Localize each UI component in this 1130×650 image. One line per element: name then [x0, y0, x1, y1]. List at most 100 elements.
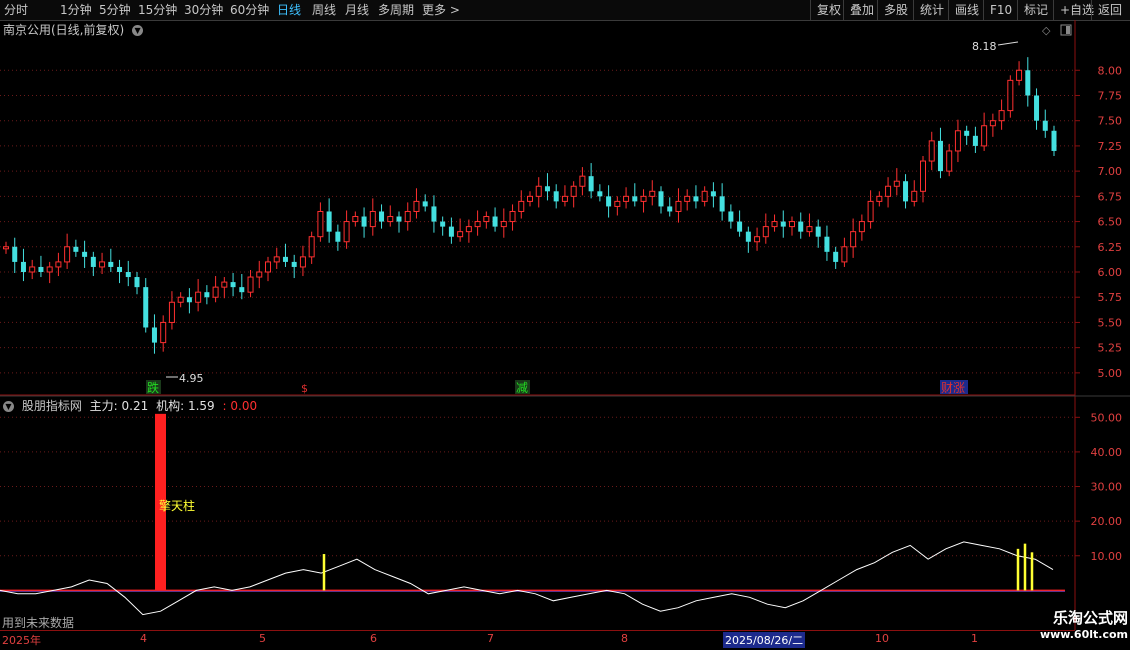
price-tick-label: 6.50	[1098, 216, 1123, 229]
candle-body-down	[780, 221, 786, 227]
candle-body-down	[134, 277, 140, 288]
date-month-4: 4	[140, 632, 147, 645]
tab-daily[interactable]: 日线	[277, 0, 301, 20]
candle-body-up	[256, 271, 263, 278]
candle	[3, 241, 9, 254]
kline-chart[interactable]: 5.00 5.25 5.50 5.75 6.00 6.25 6.50 6.75 7.00 7.25…	[0, 0, 1130, 650]
candle	[204, 285, 210, 305]
markers: 8.18 4.95 跌 减 财涨 $	[146, 40, 1019, 395]
candle	[1034, 88, 1040, 130]
candle	[762, 213, 769, 244]
candle-body-down	[719, 196, 725, 212]
cursor-date: 2025/08/26/二	[723, 632, 806, 648]
statistics-button[interactable]: 统计	[913, 0, 944, 20]
date-year: 2025年	[2, 634, 41, 647]
tab-15min[interactable]: 15分钟	[138, 0, 177, 20]
candle	[38, 255, 44, 278]
overlay-button[interactable]: 叠加	[843, 0, 874, 20]
candle-body-down	[20, 261, 26, 272]
candle	[168, 291, 175, 330]
candle	[99, 252, 106, 275]
candle	[903, 174, 909, 209]
candle-body-up	[387, 216, 394, 223]
candle	[824, 225, 830, 261]
add-watchlist-button[interactable]: +自选	[1053, 0, 1094, 20]
indicator-chevron-icon[interactable]: ▼	[3, 401, 14, 412]
candle-body-down	[117, 266, 123, 272]
mark-button[interactable]: 标记	[1017, 0, 1048, 20]
candle	[457, 218, 464, 242]
f10-button[interactable]: F10	[983, 0, 1012, 20]
candle-body-down	[186, 297, 192, 303]
price-tick-label: 5.50	[1098, 316, 1123, 329]
candle	[893, 168, 900, 196]
candle	[55, 252, 62, 277]
restore-rights-button[interactable]: 复权	[810, 0, 841, 20]
candle	[876, 191, 883, 207]
date-month-7: 7	[487, 632, 494, 645]
candle	[806, 213, 813, 237]
candle	[431, 195, 437, 233]
draw-line-button[interactable]: 画线	[948, 0, 979, 20]
candle-body-down	[396, 216, 402, 222]
candle	[693, 185, 699, 209]
tab-1min[interactable]: 1分钟	[60, 0, 92, 20]
tab-more[interactable]: 更多 >	[422, 0, 460, 20]
chevron-down-icon[interactable]: ▼	[132, 25, 144, 36]
candle	[265, 256, 271, 282]
candle-body-down	[230, 282, 236, 288]
candle	[771, 214, 778, 232]
tab-5min[interactable]: 5分钟	[99, 0, 131, 20]
candle-body-up	[474, 221, 481, 228]
tab-intraday[interactable]: 分时	[4, 0, 28, 20]
tab-30min[interactable]: 30分钟	[184, 0, 223, 20]
pillar-bar	[155, 413, 166, 591]
candle-body-down	[448, 226, 454, 237]
panel-toggle-icon[interactable]	[1060, 24, 1072, 36]
candle-body-down	[361, 216, 367, 227]
candle	[754, 227, 761, 251]
multi-stock-button[interactable]: 多股	[877, 0, 908, 20]
tab-multi-period[interactable]: 多周期	[378, 0, 414, 20]
stock-title[interactable]: 南京公用(日线,前复权) ▼	[3, 22, 144, 38]
candle-body-up	[535, 185, 542, 197]
back-button[interactable]: 返回	[1091, 0, 1122, 20]
candle-body-down	[326, 211, 332, 232]
candle-body-down	[737, 221, 743, 232]
candle	[317, 202, 324, 242]
tab-monthly[interactable]: 月线	[345, 0, 369, 20]
candle	[343, 210, 350, 249]
institution-value: 1.59	[187, 399, 215, 413]
candle	[186, 288, 192, 314]
price-tick-label: 7.00	[1098, 165, 1123, 178]
candle	[518, 190, 525, 219]
candle-body-down	[90, 256, 96, 267]
candle-body-up	[623, 195, 630, 202]
tab-60min[interactable]: 60分钟	[230, 0, 269, 20]
candle-body-down	[597, 191, 603, 197]
stock-title-text: 南京公用(日线,前复权)	[3, 23, 125, 37]
candle	[789, 216, 795, 236]
indicator-name[interactable]: 股朋指标网	[22, 399, 82, 413]
price-tick-label: 6.00	[1098, 266, 1123, 279]
candle	[710, 182, 716, 208]
candle-body-down	[728, 211, 734, 222]
date-month-1: 1	[971, 632, 978, 645]
candle-body-down	[125, 272, 131, 278]
tab-weekly[interactable]: 周线	[312, 0, 336, 20]
candle	[867, 190, 874, 229]
candle	[885, 177, 892, 208]
price-grid	[0, 69, 1075, 374]
candle	[998, 99, 1005, 130]
date-month-5: 5	[259, 632, 266, 645]
candle-body-up	[649, 190, 656, 197]
diamond-icon[interactable]: ◇	[1042, 24, 1051, 37]
candle-body-up	[911, 190, 918, 202]
candle-body-up	[177, 296, 184, 303]
candle-body-up	[640, 195, 647, 202]
candle-body-up	[273, 256, 280, 263]
candle-body-up	[308, 236, 315, 258]
signal-label: 财涨	[941, 380, 965, 395]
candle-body-down	[151, 327, 157, 343]
candle	[544, 173, 550, 201]
